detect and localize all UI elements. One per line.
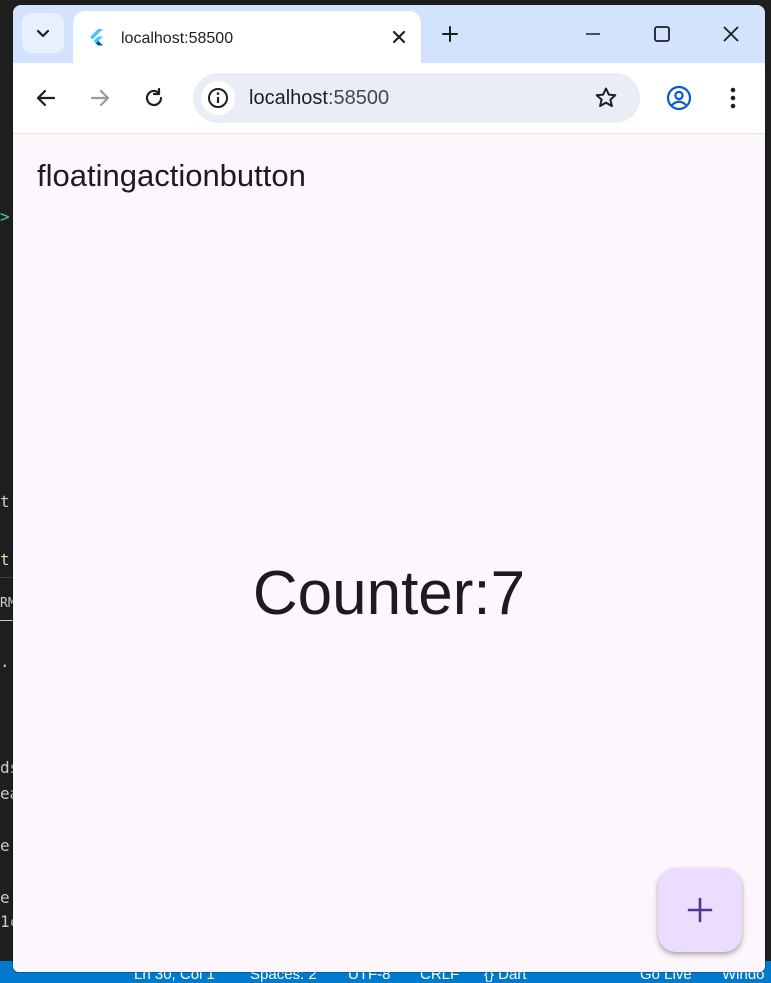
tab-strip: localhost:58500: [13, 5, 765, 63]
minimize-button[interactable]: [578, 19, 608, 49]
divider: [0, 620, 13, 621]
browser-toolbar: localhost:58500: [13, 63, 765, 134]
browser-menu-button[interactable]: [718, 83, 748, 113]
plus-icon: [687, 897, 713, 923]
close-tab-button[interactable]: [387, 25, 411, 49]
url-text[interactable]: localhost:58500: [249, 87, 389, 110]
url-host: localhost: [249, 87, 328, 109]
code-fragment: t: [0, 550, 10, 569]
close-icon: [723, 26, 739, 42]
tab-search-button[interactable]: [22, 13, 64, 53]
more-vertical-icon: [730, 87, 736, 109]
arrow-right-icon: [90, 89, 110, 107]
browser-window: localhost:58500 localhost:58500 floating…: [13, 5, 765, 972]
code-fragment: e: [0, 836, 10, 855]
flutter-icon: [90, 29, 103, 46]
code-fragment: e: [0, 888, 10, 907]
app-bar-title: floatingactionbutton: [37, 158, 306, 193]
tab-title: localhost:58500: [121, 30, 234, 47]
maximize-icon: [654, 26, 670, 42]
star-icon: [595, 87, 617, 108]
code-fragment: >: [0, 207, 10, 226]
chevron-down-icon: [36, 29, 50, 38]
url-port: :58500: [327, 87, 390, 109]
tab-active[interactable]: localhost:58500: [73, 11, 421, 63]
arrow-left-icon: [36, 89, 56, 107]
page-content: floatingactionbutton Counter:7: [13, 134, 765, 972]
counter-text: Counter:7: [252, 559, 526, 628]
minimize-icon: [586, 33, 600, 35]
new-tab-button[interactable]: [435, 19, 465, 49]
plus-icon: [442, 26, 458, 42]
code-fragment: t: [0, 492, 10, 511]
site-info-button[interactable]: [201, 81, 235, 115]
code-fragment: .: [0, 652, 10, 671]
divider: [0, 577, 13, 578]
floating-action-button[interactable]: [658, 868, 742, 952]
reload-icon: [145, 87, 163, 107]
profile-button[interactable]: [664, 83, 694, 113]
info-icon: [208, 88, 228, 108]
close-icon: [392, 30, 406, 44]
back-button[interactable]: [31, 83, 61, 113]
reload-button[interactable]: [139, 83, 169, 113]
address-bar[interactable]: localhost:58500: [193, 73, 640, 123]
close-window-button[interactable]: [716, 19, 746, 49]
bookmark-button[interactable]: [592, 84, 620, 112]
forward-button[interactable]: [85, 83, 115, 113]
profile-icon: [666, 85, 692, 111]
maximize-button[interactable]: [647, 19, 677, 49]
